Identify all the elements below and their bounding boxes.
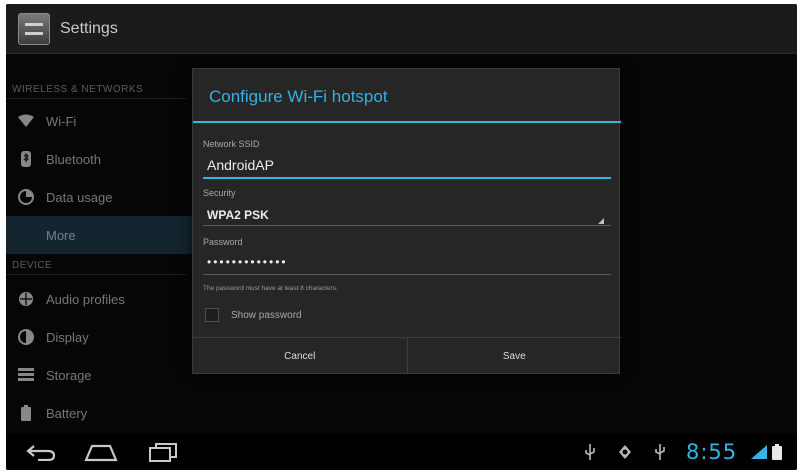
home-button[interactable]: [78, 434, 124, 470]
cancel-button[interactable]: Cancel: [193, 338, 408, 374]
password-underline: [203, 274, 611, 275]
battery-status-icon: [772, 434, 782, 470]
wifi-signal-icon: [750, 434, 768, 470]
password-label: Password: [203, 237, 243, 247]
status-clock: 8:55: [686, 440, 738, 464]
action-bar: Settings: [6, 4, 797, 54]
save-button[interactable]: Save: [408, 338, 622, 374]
tablet-screen: Settings WIRELESS & NETWORKS Wi-Fi Bluet…: [6, 4, 797, 470]
usb-icon: [584, 434, 596, 470]
system-navigation-bar: 8:55: [6, 434, 797, 470]
usb-connection-icon: [654, 434, 666, 470]
security-label: Security: [203, 188, 236, 198]
app-title: Settings: [60, 19, 118, 37]
show-password-row[interactable]: Show password: [205, 305, 302, 325]
dropdown-arrow-icon[interactable]: [598, 218, 604, 224]
show-password-checkbox[interactable]: [205, 308, 219, 322]
ssid-input-underline: [203, 177, 611, 179]
password-input[interactable]: •••••••••••••: [207, 255, 288, 269]
recent-apps-icon: [149, 443, 177, 462]
back-icon: [26, 445, 56, 461]
wifi-hotspot-dialog: Configure Wi-Fi hotspot Network SSID And…: [192, 68, 621, 374]
show-password-label: Show password: [231, 309, 302, 321]
back-button[interactable]: [18, 434, 64, 470]
security-dropdown[interactable]: WPA2 PSK: [207, 208, 269, 222]
debug-icon: [618, 434, 632, 470]
dialog-title-divider: [193, 121, 621, 123]
security-underline: [203, 225, 611, 226]
password-hint: The password must have at least 8 charac…: [203, 285, 338, 292]
dialog-title: Configure Wi-Fi hotspot: [209, 87, 388, 106]
settings-app-icon[interactable]: [18, 12, 50, 45]
ssid-input[interactable]: AndroidAP: [207, 157, 274, 173]
dialog-button-bar: Cancel Save: [193, 337, 621, 374]
home-icon: [84, 444, 118, 462]
ssid-label: Network SSID: [203, 139, 260, 149]
recent-apps-button[interactable]: [140, 434, 186, 470]
